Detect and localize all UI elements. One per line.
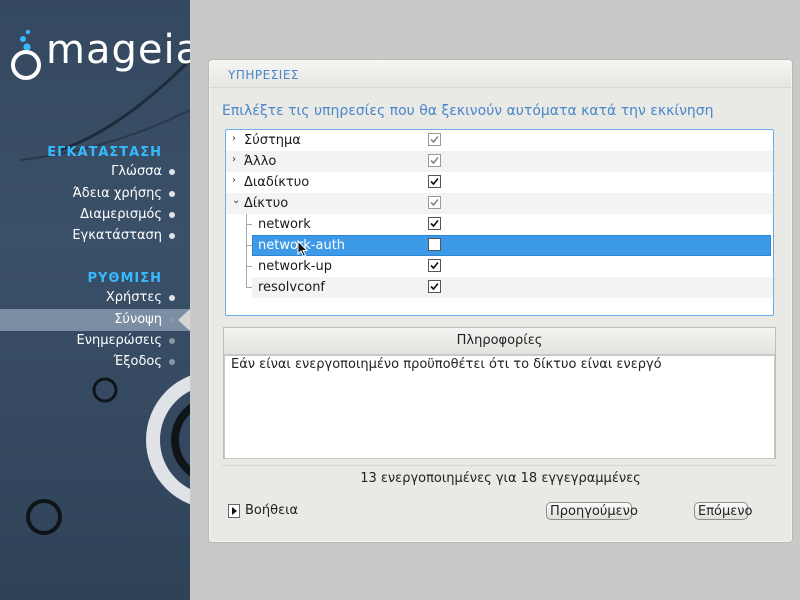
sidebar-step-summary: Σύνοψη xyxy=(114,310,175,330)
tree-row-internet[interactable]: › Διαδίκτυο xyxy=(226,172,773,193)
tree-row-resolvconf[interactable]: resolvconf xyxy=(252,277,773,298)
step-dot-icon xyxy=(169,212,175,218)
service-checkbox[interactable] xyxy=(428,133,441,146)
mageia-cauldron-icon xyxy=(11,29,41,80)
services-tree[interactable]: › Σύστημα › Άλλο › Διαδίκτυο ⌄ Δίκτυο ne… xyxy=(225,129,774,316)
expander-collapsed-icon[interactable]: › xyxy=(232,175,236,186)
play-arrow-icon xyxy=(228,504,240,518)
sidebar-step-installation: Εγκατάσταση xyxy=(72,226,175,246)
services-count-status: 13 ενεργοποιημένες για 18 εγγεγραμμένες xyxy=(360,471,641,486)
step-dot-icon xyxy=(169,317,175,323)
sidebar-step-license: Άδεια χρήσης xyxy=(73,184,175,204)
tree-row-other[interactable]: › Άλλο xyxy=(226,151,773,172)
next-button[interactable]: Επόμενο xyxy=(694,502,753,520)
sidebar-step-partitioning: Διαμερισμός xyxy=(80,205,175,225)
service-checkbox[interactable] xyxy=(428,196,441,209)
info-header: Πληροφορίες xyxy=(224,328,775,355)
step-dot-icon xyxy=(169,191,175,197)
tree-row-network[interactable]: network xyxy=(252,214,773,235)
mouse-cursor-icon xyxy=(297,240,309,258)
divider xyxy=(222,465,775,466)
service-checkbox[interactable] xyxy=(428,259,441,272)
tree-row-network-group[interactable]: ⌄ Δίκτυο xyxy=(226,193,773,214)
expander-collapsed-icon[interactable]: › xyxy=(232,133,236,144)
tree-row-network-auth[interactable]: network-auth xyxy=(252,235,771,256)
info-frame: Πληροφορίες Εάν είναι ενεργοποιημένο προ… xyxy=(223,327,776,459)
step-dot-icon xyxy=(169,233,175,239)
step-dot-icon xyxy=(169,295,175,301)
service-checkbox[interactable] xyxy=(428,217,441,230)
info-text-area[interactable]: Εάν είναι ενεργοποιημένο προϋποθέτει ότι… xyxy=(224,355,775,459)
sidebar: mageia ΕΓΚΑΤΑΣΤΑΣΗ Γλώσσα Άδεια χρήσης Δ… xyxy=(0,0,190,600)
info-description: Εάν είναι ενεργοποιημένο προϋποθέτει ότι… xyxy=(231,357,662,372)
mageia-logo: mageia xyxy=(8,22,190,82)
step-dot-icon xyxy=(169,359,175,365)
sidebar-section-configuration: ΡΥΘΜΙΣΗ xyxy=(87,271,162,286)
service-checkbox[interactable] xyxy=(428,175,441,188)
service-checkbox[interactable] xyxy=(428,154,441,167)
panel-header: ΥΠΗΡΕΣΙΕΣ xyxy=(210,61,791,88)
step-dot-icon xyxy=(169,338,175,344)
services-panel: ΥΠΗΡΕΣΙΕΣ Επιλέξτε τις υπηρεσίες που θα … xyxy=(209,60,792,542)
sidebar-step-language: Γλώσσα xyxy=(111,162,175,182)
expander-collapsed-icon[interactable]: › xyxy=(232,154,236,165)
service-checkbox[interactable] xyxy=(428,280,441,293)
service-checkbox[interactable] xyxy=(428,238,441,251)
sidebar-step-updates: Ενημερώσεις xyxy=(77,331,175,351)
sidebar-step-exit: Έξοδος xyxy=(114,352,175,372)
expander-expanded-icon[interactable]: ⌄ xyxy=(232,195,240,206)
panel-subtitle: Επιλέξτε τις υπηρεσίες που θα ξεκινούν α… xyxy=(222,103,714,119)
sidebar-step-users: Χρήστες xyxy=(106,288,175,308)
panel-title: ΥΠΗΡΕΣΙΕΣ xyxy=(228,68,299,82)
logo-wordmark: mageia xyxy=(46,27,190,73)
tree-row-network-up[interactable]: network-up xyxy=(252,256,773,277)
sidebar-section-install: ΕΓΚΑΤΑΣΤΑΣΗ xyxy=(47,145,162,160)
help-label: Βοήθεια xyxy=(245,503,299,518)
tree-row-system[interactable]: › Σύστημα xyxy=(226,130,773,151)
previous-button[interactable]: Προηγούμενο xyxy=(546,502,638,520)
step-dot-icon xyxy=(169,169,175,175)
